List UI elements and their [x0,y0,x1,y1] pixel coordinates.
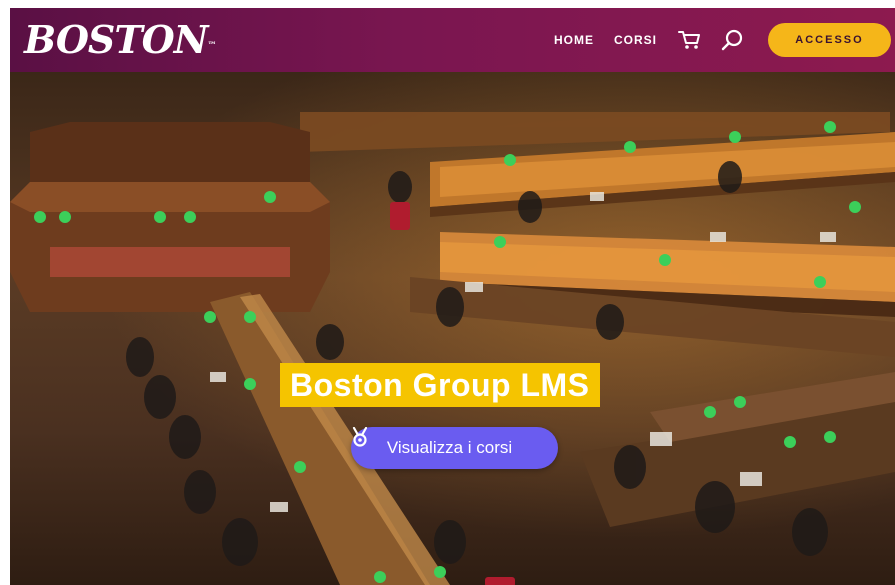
site-logo[interactable]: BOSTON™ [24,16,216,64]
view-courses-button[interactable]: Visualizza i corsi [351,427,558,469]
search-icon[interactable] [719,27,745,53]
main-nav: HOME CORSI [554,8,759,72]
library-background-image [10,112,895,585]
page-frame: BOSTON™ HOME CORSI ACCESSO Boston Group … [10,8,895,585]
nav-home-link[interactable]: HOME [554,33,594,47]
logo-text: BOSTON [24,17,208,62]
logo-trademark: ™ [207,41,216,51]
hero-title: Boston Group LMS [280,363,600,407]
view-courses-label: Visualizza i corsi [386,438,513,457]
login-button[interactable]: ACCESSO [768,23,891,57]
hero-section: Boston Group LMS Visualizza i corsi [10,72,895,585]
cart-icon[interactable] [677,27,703,53]
nav-courses-link[interactable]: CORSI [614,33,657,47]
site-header: BOSTON™ HOME CORSI ACCESSO [10,8,895,72]
